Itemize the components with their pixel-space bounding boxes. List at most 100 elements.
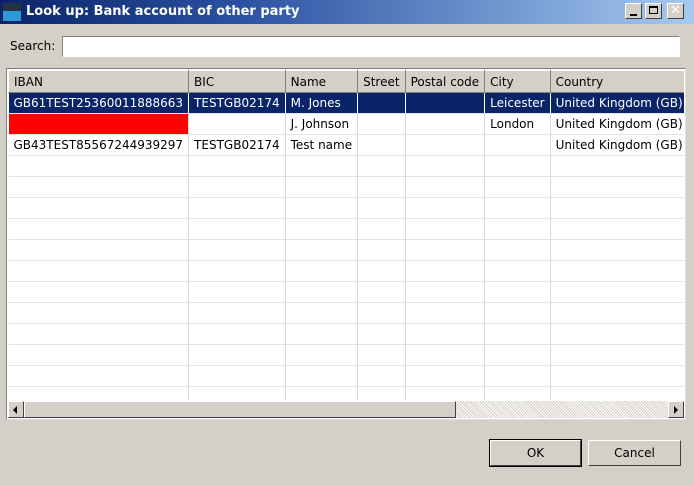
table-cell <box>357 281 406 303</box>
window-title: Look up: Bank account of other party <box>26 4 300 19</box>
table-body: GB61TEST25360011888663 TESTGB02174 M. Jone… <box>8 92 684 400</box>
table-cell[interactable]: J. Johnson <box>285 113 359 135</box>
table-cell <box>550 365 684 387</box>
table-cell <box>285 197 359 219</box>
table-cell[interactable] <box>484 134 551 156</box>
table-cell <box>285 323 359 345</box>
column-header[interactable]: Country <box>549 70 684 93</box>
column-header[interactable]: Postal code <box>404 70 486 93</box>
table-cell <box>550 281 684 303</box>
table-cell <box>405 365 486 387</box>
search-input[interactable] <box>62 36 680 57</box>
table-row[interactable]: J. Johnson London United Kingdom (GB) <box>8 113 684 135</box>
table-cell <box>8 386 190 400</box>
table-cell[interactable]: GB61TEST25360011888663 <box>8 92 190 114</box>
table-cell <box>285 281 359 303</box>
table-cell <box>484 218 551 240</box>
column-header[interactable]: City <box>484 70 551 93</box>
table-cell <box>405 176 486 198</box>
search-label: Search: <box>10 39 56 53</box>
table-cell[interactable] <box>405 113 486 135</box>
table-cell <box>484 302 551 324</box>
ok-button[interactable]: OK <box>489 439 582 467</box>
table-cell <box>484 386 551 400</box>
scroll-right-button[interactable] <box>668 401 684 418</box>
table-cell <box>357 365 406 387</box>
table-cell[interactable] <box>405 134 486 156</box>
table-cell[interactable] <box>357 92 406 114</box>
table-cell <box>357 260 406 282</box>
invalid-iban-cell[interactable] <box>8 113 190 135</box>
table-cell <box>357 197 406 219</box>
table-cell[interactable]: M. Jones <box>285 92 359 114</box>
maximize-button[interactable] <box>645 3 662 19</box>
table-cell <box>357 344 406 366</box>
table-cell <box>550 155 684 177</box>
table-cell <box>8 344 190 366</box>
horizontal-scrollbar[interactable] <box>8 401 684 418</box>
table-cell <box>484 323 551 345</box>
column-header[interactable]: IBAN <box>8 70 190 93</box>
table-cell <box>484 197 551 219</box>
arrow-right-icon <box>674 406 678 414</box>
table-cell[interactable]: London <box>484 113 551 135</box>
table-cell <box>188 323 286 345</box>
table-cell <box>285 302 359 324</box>
empty-row <box>8 302 684 324</box>
table-cell[interactable] <box>405 92 486 114</box>
column-header[interactable]: BIC <box>188 70 286 93</box>
app-window-icon[interactable] <box>3 3 21 21</box>
title-bar: Look up: Bank account of other party ✕ <box>0 0 694 24</box>
table-row[interactable]: GB43TEST85567244939297 TESTGB02174 Test na… <box>8 134 684 156</box>
results-grid: IBAN BIC Name Street Postal code City Country … <box>6 68 686 420</box>
empty-row <box>8 197 684 219</box>
table-cell <box>285 365 359 387</box>
table-cell <box>285 386 359 400</box>
table-cell <box>484 281 551 303</box>
table-cell[interactable]: United Kingdom (GB) <box>550 134 684 156</box>
table-cell[interactable]: GB43TEST85567244939297 <box>8 134 190 156</box>
results-table: IBAN BIC Name Street Postal code City Country … <box>8 70 684 400</box>
table-cell <box>357 323 406 345</box>
table-cell <box>8 239 190 261</box>
table-cell <box>188 176 286 198</box>
table-cell <box>8 365 190 387</box>
table-cell[interactable]: United Kingdom (GB) <box>550 113 684 135</box>
minimize-button[interactable] <box>625 3 642 19</box>
column-header[interactable]: Name <box>284 70 359 93</box>
grid-viewport: IBAN BIC Name Street Postal code City Country … <box>8 70 684 400</box>
table-cell <box>188 386 286 400</box>
close-button[interactable]: ✕ <box>667 3 684 19</box>
column-header[interactable]: Street <box>357 70 406 93</box>
table-cell <box>405 386 486 400</box>
scroll-thumb[interactable] <box>24 401 456 418</box>
table-cell <box>405 281 486 303</box>
table-cell[interactable]: TESTGB02174 <box>188 92 286 114</box>
empty-row <box>8 365 684 387</box>
empty-row <box>8 218 684 240</box>
scroll-left-button[interactable] <box>8 401 24 418</box>
table-row[interactable]: GB61TEST25360011888663 TESTGB02174 M. Jone… <box>8 92 684 114</box>
table-cell <box>8 323 190 345</box>
table-cell[interactable]: United Kingdom (GB) <box>550 92 684 114</box>
table-cell[interactable] <box>357 113 406 135</box>
table-cell <box>550 302 684 324</box>
table-cell[interactable]: Test name <box>285 134 359 156</box>
table-cell <box>188 260 286 282</box>
table-cell <box>8 302 190 324</box>
table-cell[interactable] <box>357 134 406 156</box>
table-cell <box>357 386 406 400</box>
table-cell <box>357 176 406 198</box>
table-cell <box>285 344 359 366</box>
table-cell <box>405 218 486 240</box>
table-cell[interactable]: Leicester <box>484 92 551 114</box>
table-cell <box>188 302 286 324</box>
table-cell[interactable] <box>188 113 286 135</box>
table-cell[interactable]: TESTGB02174 <box>188 134 286 156</box>
maximize-icon <box>649 6 658 14</box>
table-cell <box>405 323 486 345</box>
table-cell <box>188 155 286 177</box>
table-cell <box>8 260 190 282</box>
minimize-icon <box>630 14 637 16</box>
cancel-button[interactable]: Cancel <box>588 440 681 466</box>
